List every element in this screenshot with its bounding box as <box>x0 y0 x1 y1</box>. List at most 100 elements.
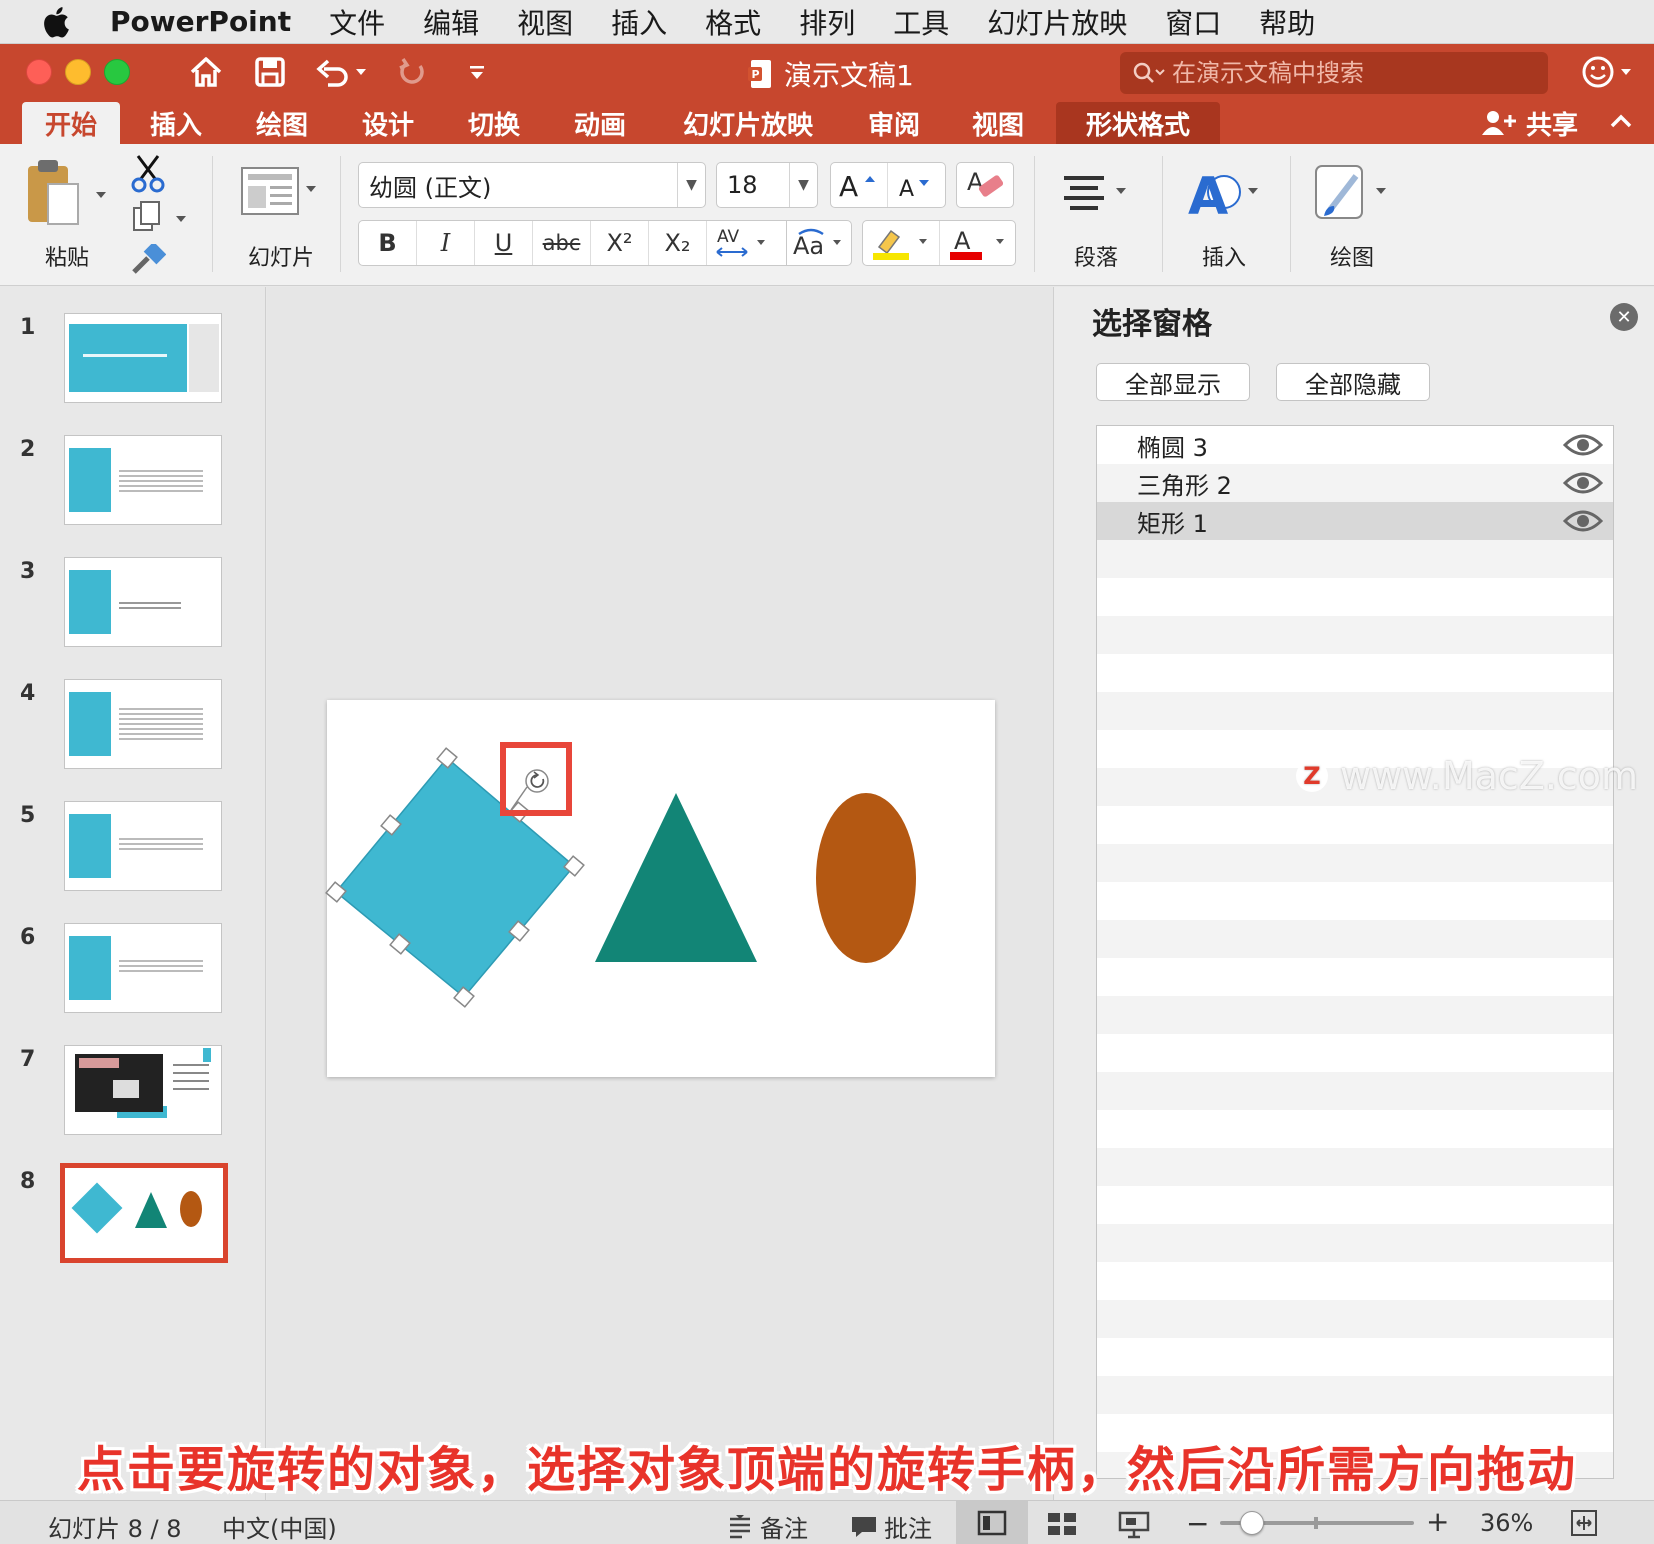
tab-home[interactable]: 开始 <box>22 102 120 144</box>
tab-slideshow[interactable]: 幻灯片放映 <box>668 102 828 144</box>
tab-view[interactable]: 视图 <box>958 102 1038 144</box>
font-size-buttons: A A <box>830 162 946 208</box>
font-name-select[interactable]: 幼圆 (正文) ▼ <box>358 162 706 208</box>
cut-icon[interactable] <box>130 154 166 198</box>
redo-icon[interactable] <box>392 52 432 92</box>
zoom-slider[interactable] <box>1220 1511 1414 1535</box>
slide-sorter-icon[interactable] <box>1046 1511 1078 1543</box>
zoom-out-button[interactable]: − <box>1186 1507 1209 1540</box>
new-slide-group[interactable]: 幻灯片 <box>236 154 326 272</box>
paste-group[interactable]: 粘贴 <box>22 154 112 272</box>
menu-tools[interactable]: 工具 <box>893 2 949 42</box>
zoom-level[interactable]: 36% <box>1480 1509 1533 1537</box>
customize-toolbar-icon[interactable] <box>462 52 492 92</box>
svg-text:A: A <box>839 170 858 200</box>
slide-counter: 幻灯片 8 / 8 <box>48 1515 182 1543</box>
format-painter-icon[interactable] <box>130 241 167 282</box>
menu-file[interactable]: 文件 <box>329 2 385 42</box>
menu-insert[interactable]: 插入 <box>611 2 667 42</box>
menu-arrange[interactable]: 排列 <box>799 2 855 42</box>
normal-view-icon[interactable] <box>956 1501 1028 1544</box>
clear-formatting-icon[interactable]: A <box>956 162 1014 208</box>
slide-preview <box>64 557 222 647</box>
font-color-icon[interactable]: A <box>940 221 1015 265</box>
slide-preview <box>64 435 222 525</box>
search-box[interactable] <box>1120 52 1548 94</box>
bold-button[interactable]: B <box>359 221 417 265</box>
zoom-in-button[interactable]: + <box>1426 1505 1449 1538</box>
tab-design[interactable]: 设计 <box>348 102 428 144</box>
close-window-button[interactable] <box>26 59 52 85</box>
insert-group[interactable]: A 插入 <box>1182 154 1266 272</box>
notes-button[interactable]: 备注 <box>726 1509 808 1544</box>
save-icon[interactable] <box>250 52 290 92</box>
triangle-shape[interactable] <box>595 793 757 962</box>
presenter-view-icon[interactable] <box>1118 1511 1150 1544</box>
share-label: 共享 <box>1525 110 1578 141</box>
notes-label: 备注 <box>760 1515 808 1543</box>
smiley-feedback-icon[interactable] <box>1578 52 1638 92</box>
draw-group[interactable]: 绘图 <box>1310 154 1394 272</box>
paragraph-group[interactable]: 段落 <box>1054 154 1138 272</box>
zoom-slider-thumb[interactable] <box>1240 1511 1264 1535</box>
rotation-handle[interactable] <box>500 742 572 816</box>
home-icon[interactable] <box>186 52 226 92</box>
list-item-triangle[interactable]: 三角形 2 <box>1097 464 1613 502</box>
underline-button[interactable]: U <box>475 221 533 265</box>
draw-label: 绘图 <box>1329 246 1374 271</box>
search-input[interactable] <box>1172 59 1532 87</box>
undo-icon[interactable] <box>312 52 372 92</box>
eye-icon[interactable] <box>1563 509 1603 533</box>
subscript-button[interactable]: X₂ <box>649 221 707 265</box>
italic-button[interactable]: I <box>417 221 475 265</box>
collapse-ribbon-icon[interactable] <box>1608 108 1634 140</box>
slide-layout-icon <box>241 167 316 215</box>
fit-to-window-icon[interactable] <box>1570 1509 1598 1543</box>
close-icon[interactable]: ✕ <box>1610 303 1638 331</box>
menu-window[interactable]: 窗口 <box>1165 2 1221 42</box>
menu-help[interactable]: 帮助 <box>1259 2 1315 42</box>
copy-icon[interactable] <box>132 200 196 238</box>
strikethrough-button[interactable]: abc <box>533 221 591 265</box>
comment-icon <box>852 1516 876 1537</box>
superscript-button[interactable]: X² <box>591 221 649 265</box>
menu-format[interactable]: 格式 <box>705 2 761 42</box>
character-spacing-icon[interactable]: AV <box>707 221 779 265</box>
font-size-select[interactable]: 18 ▼ <box>716 162 818 208</box>
menu-view[interactable]: 视图 <box>517 2 573 42</box>
slide-canvas[interactable] <box>325 700 995 1077</box>
hide-all-button[interactable]: 全部隐藏 <box>1276 363 1430 401</box>
slide-number: 8 <box>20 1169 36 1194</box>
menu-app[interactable]: PowerPoint <box>110 5 291 38</box>
tab-animations[interactable]: 动画 <box>560 102 640 144</box>
tab-draw[interactable]: 绘图 <box>242 102 322 144</box>
language-indicator[interactable]: 中文(中国) <box>222 1509 337 1544</box>
tab-transitions[interactable]: 切换 <box>454 102 534 144</box>
zoom-window-button[interactable] <box>104 59 130 85</box>
show-all-button[interactable]: 全部显示 <box>1096 363 1250 401</box>
increase-font-size-icon[interactable]: A <box>831 163 889 207</box>
watermark-logo-icon: Z <box>1296 760 1328 792</box>
tab-review[interactable]: 审阅 <box>854 102 934 144</box>
ellipse-shape[interactable] <box>816 793 916 963</box>
share-button[interactable]: 共享 <box>1481 102 1578 144</box>
minimize-window-button[interactable] <box>65 59 91 85</box>
menu-slideshow[interactable]: 幻灯片放映 <box>987 2 1127 42</box>
change-case-icon[interactable]: Aa <box>786 220 852 266</box>
comments-button[interactable]: 批注 <box>850 1509 932 1544</box>
apple-icon[interactable] <box>40 4 76 40</box>
eye-icon[interactable] <box>1563 471 1603 495</box>
rectangle-shape[interactable] <box>334 756 576 999</box>
eye-icon[interactable] <box>1563 433 1603 457</box>
decrease-font-size-icon[interactable]: A <box>888 163 945 207</box>
list-item-ellipse[interactable]: 椭圆 3 <box>1097 426 1613 464</box>
highlight-color-icon[interactable] <box>863 221 940 265</box>
list-item-rectangle[interactable]: 矩形 1 <box>1097 502 1613 540</box>
tab-shape-format[interactable]: 形状格式 <box>1056 102 1220 144</box>
tab-insert[interactable]: 插入 <box>136 102 216 144</box>
menu-edit[interactable]: 编辑 <box>423 2 479 42</box>
separator <box>1290 156 1291 272</box>
paste-icon <box>28 160 106 225</box>
slide-number: 7 <box>20 1047 36 1072</box>
svg-text:A: A <box>1188 167 1228 227</box>
